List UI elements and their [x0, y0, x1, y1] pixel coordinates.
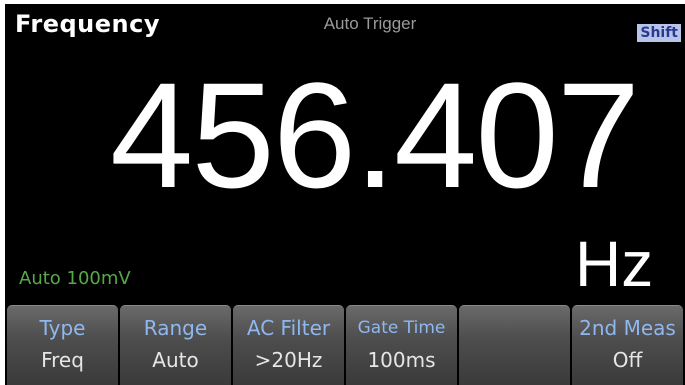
- softkey-value: Auto: [152, 348, 199, 372]
- softkey-gate-time[interactable]: Gate Time 100ms: [346, 305, 457, 385]
- softkey-label: Range: [143, 316, 208, 340]
- softkey-value: >20Hz: [254, 348, 323, 372]
- softkey-value: Off: [612, 348, 643, 372]
- softkey-bar: Type Freq Range Auto AC Filter >20Hz Gat…: [7, 305, 683, 385]
- softkey-value: Freq: [41, 348, 84, 372]
- softkey-label: AC Filter: [246, 316, 331, 340]
- shift-indicator: Shift: [637, 24, 681, 42]
- trigger-mode: Auto Trigger: [323, 14, 417, 33]
- measurement-reading: 456.407: [110, 51, 640, 219]
- softkey-value: 100ms: [367, 348, 436, 372]
- softkey-blank[interactable]: [459, 305, 570, 385]
- softkey-label: Gate Time: [357, 318, 446, 338]
- function-title: Frequency: [15, 10, 160, 38]
- instrument-display: Frequency Auto Trigger Shift 456.407 Aut…: [5, 4, 685, 385]
- softkey-2nd-meas[interactable]: 2nd Meas Off: [572, 305, 683, 385]
- softkey-label: 2nd Meas: [579, 316, 676, 340]
- measurement-unit: Hz: [575, 228, 654, 300]
- softkey-ac-filter[interactable]: AC Filter >20Hz: [233, 305, 344, 385]
- softkey-label: Type: [39, 316, 86, 340]
- range-indicator: Auto 100mV: [19, 268, 131, 289]
- softkey-range[interactable]: Range Auto: [120, 305, 231, 385]
- softkey-type[interactable]: Type Freq: [7, 305, 118, 385]
